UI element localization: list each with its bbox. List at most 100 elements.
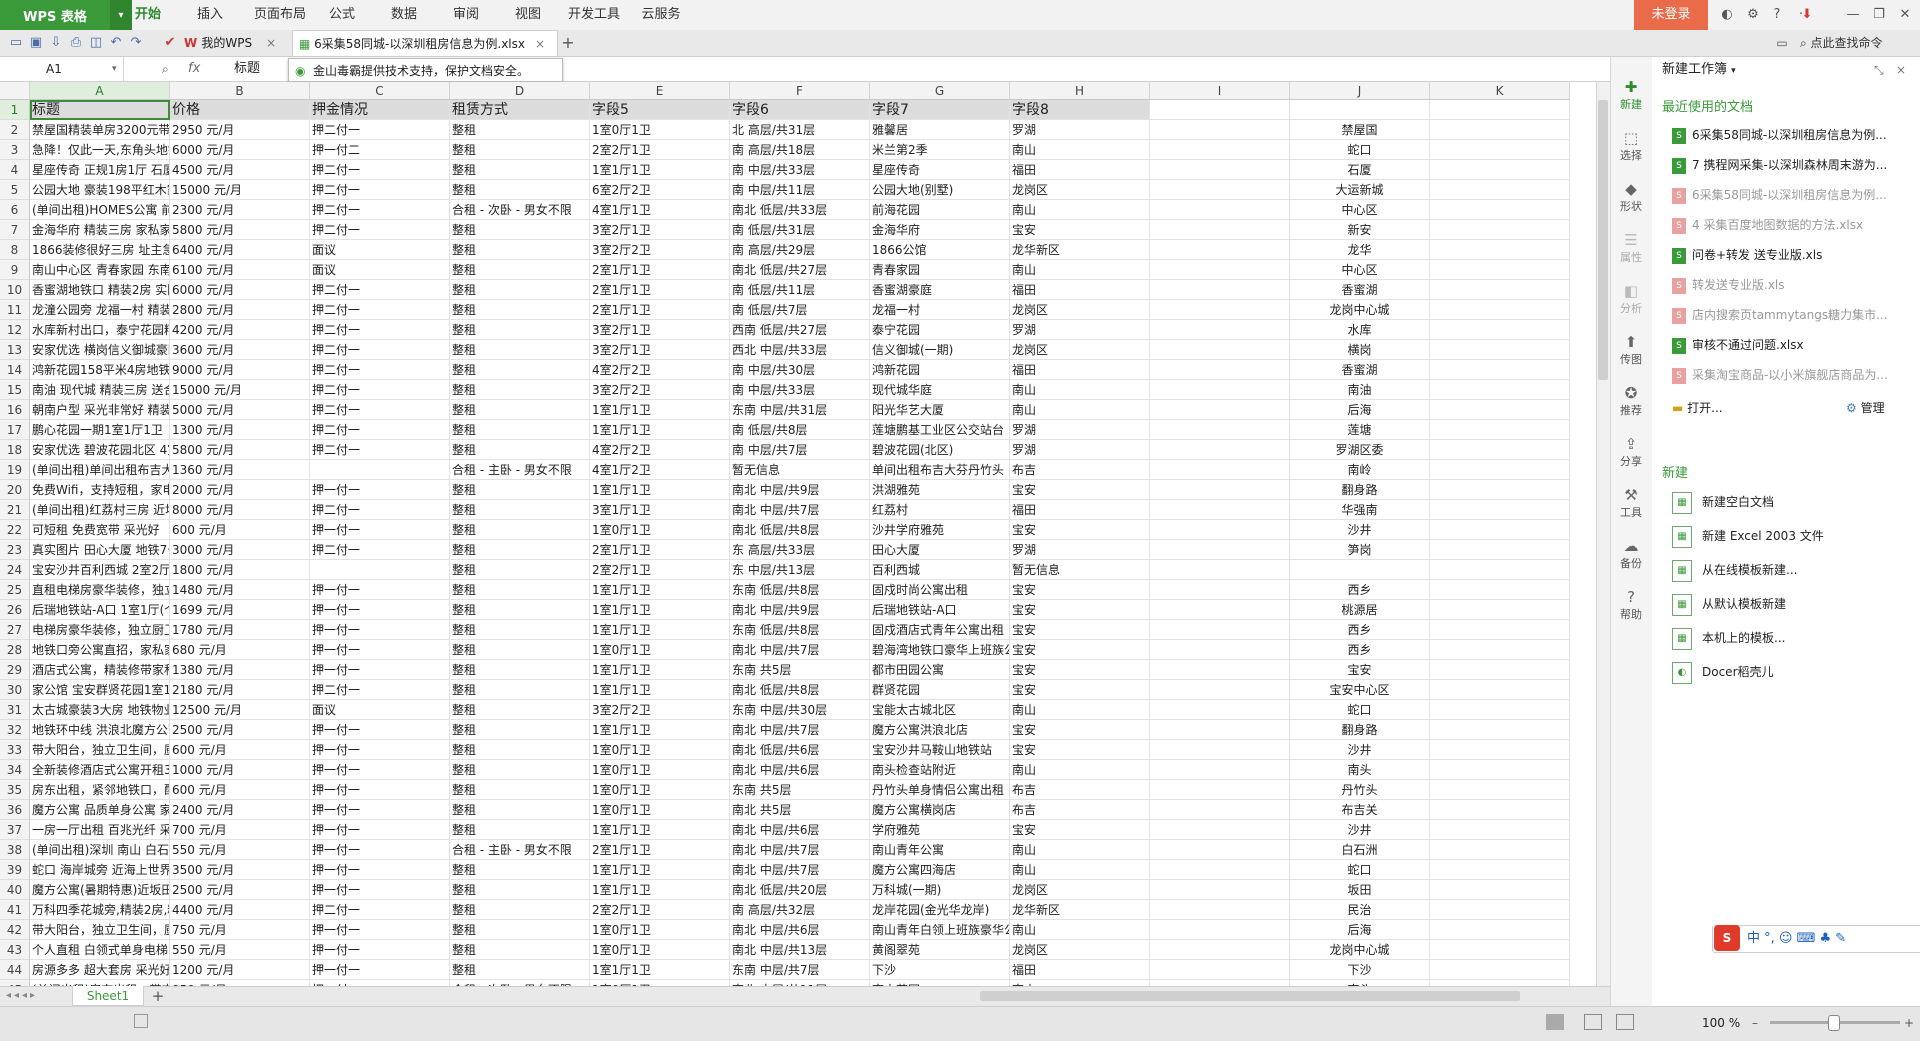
cell-I12[interactable]	[1150, 320, 1290, 340]
recent-file-item[interactable]: S 7 携程网采集-以深圳森林周末游为...	[1672, 152, 1912, 178]
cell-I27[interactable]	[1150, 620, 1290, 640]
cell-B10[interactable]: 6000 元/月	[170, 280, 310, 300]
cell-D28[interactable]: 整租	[450, 640, 590, 660]
cell-B17[interactable]: 1300 元/月	[170, 420, 310, 440]
cell-A34[interactable]: 全新装修酒店式公寓开租3	[30, 760, 170, 780]
menu-page-layout[interactable]: 页面布局	[245, 0, 315, 30]
row-header[interactable]: 11	[0, 300, 30, 320]
cell-J17[interactable]: 莲塘	[1290, 420, 1430, 440]
sheet-tab-sheet1[interactable]: Sheet1	[72, 986, 144, 1006]
cell-A14[interactable]: 鸿新花园158平米4房地铁口	[30, 360, 170, 380]
row-header[interactable]: 15	[0, 380, 30, 400]
cell-J27[interactable]: 西乡	[1290, 620, 1430, 640]
row-header[interactable]: 3	[0, 140, 30, 160]
cell-F14[interactable]: 南 中层/共30层	[730, 360, 870, 380]
recent-file-item[interactable]: S 问卷+转发 送专业版.xls	[1672, 242, 1912, 268]
menu-view[interactable]: 视图	[508, 0, 548, 30]
zoom-out-icon[interactable]: –	[1752, 1008, 1766, 1038]
cell-D4[interactable]: 整租	[450, 160, 590, 180]
cell-K39[interactable]	[1430, 860, 1570, 880]
cell-H14[interactable]: 福田	[1010, 360, 1150, 380]
side-shape-button[interactable]: ◆ 形状	[1610, 180, 1652, 214]
cell-K35[interactable]	[1430, 780, 1570, 800]
cell-G15[interactable]: 现代城华庭	[870, 380, 1010, 400]
cell-A40[interactable]: 魔方公寓(暑期特惠)近坂田	[30, 880, 170, 900]
menu-cloud[interactable]: 云服务	[636, 0, 686, 30]
row-header[interactable]: 18	[0, 440, 30, 460]
cell-A23[interactable]: 真实图片 田心大厦 地铁7号	[30, 540, 170, 560]
cell-J3[interactable]: 蛇口	[1290, 140, 1430, 160]
cell-K38[interactable]	[1430, 840, 1570, 860]
cell-C27[interactable]: 押一付一	[310, 620, 450, 640]
cell-D13[interactable]: 整租	[450, 340, 590, 360]
cell-K9[interactable]	[1430, 260, 1570, 280]
cell-B44[interactable]: 1200 元/月	[170, 960, 310, 980]
cell-G16[interactable]: 阳光华艺大厦	[870, 400, 1010, 420]
cell-F32[interactable]: 南北 中层/共7层	[730, 720, 870, 740]
cell-C40[interactable]: 押一付一	[310, 880, 450, 900]
cell-A28[interactable]: 地铁口旁公寓直招，家私家	[30, 640, 170, 660]
cell-A26[interactable]: 后瑞地铁站-A口 1室1厅(个人	[30, 600, 170, 620]
cell-E9[interactable]: 2室1厅1卫	[590, 260, 730, 280]
cell-I29[interactable]	[1150, 660, 1290, 680]
column-header-K[interactable]: K	[1430, 82, 1570, 100]
cell-J35[interactable]: 丹竹头	[1290, 780, 1430, 800]
cell-J29[interactable]: 宝安	[1290, 660, 1430, 680]
cell-K8[interactable]	[1430, 240, 1570, 260]
cell-E33[interactable]: 1室0厅1卫	[590, 740, 730, 760]
menu-formula[interactable]: 公式	[322, 0, 362, 30]
cell-F18[interactable]: 南 中层/共7层	[730, 440, 870, 460]
cell-I5[interactable]	[1150, 180, 1290, 200]
cell-E40[interactable]: 1室1厅1卫	[590, 880, 730, 900]
cell-H19[interactable]: 布吉	[1010, 460, 1150, 480]
cell-F28[interactable]: 南北 中层/共7层	[730, 640, 870, 660]
cell-C26[interactable]: 押一付一	[310, 600, 450, 620]
cell-H3[interactable]: 南山	[1010, 140, 1150, 160]
cell-F15[interactable]: 南 中层/共33层	[730, 380, 870, 400]
cell-E14[interactable]: 4室2厅2卫	[590, 360, 730, 380]
cell-C28[interactable]: 押一付一	[310, 640, 450, 660]
cell-I4[interactable]	[1150, 160, 1290, 180]
cell-K12[interactable]	[1430, 320, 1570, 340]
cell-D19[interactable]: 合租 - 主卧 - 男女不限	[450, 460, 590, 480]
row-header[interactable]: 19	[0, 460, 30, 480]
export-icon[interactable]: ⇩	[46, 33, 66, 53]
cell-I15[interactable]	[1150, 380, 1290, 400]
cell-K3[interactable]	[1430, 140, 1570, 160]
ime-toolbar[interactable]: 中 °, ☺ ⌨ ♣ ✎	[1712, 925, 1920, 953]
cell-J43[interactable]: 龙岗中心城	[1290, 940, 1430, 960]
save-icon[interactable]: ▣	[26, 33, 46, 53]
row-header[interactable]: 22	[0, 520, 30, 540]
cell-E18[interactable]: 4室2厅2卫	[590, 440, 730, 460]
skin-icon[interactable]: ◐	[1714, 0, 1740, 30]
download-icon[interactable]: ⬇	[1794, 0, 1820, 30]
cell-G44[interactable]: 下沙	[870, 960, 1010, 980]
cell-E21[interactable]: 3室1厅1卫	[590, 500, 730, 520]
cell-E5[interactable]: 6室2厅2卫	[590, 180, 730, 200]
zoom-level[interactable]: 100 %	[1702, 1006, 1742, 1040]
cell-C35[interactable]: 押一付一	[310, 780, 450, 800]
cell-G25[interactable]: 固戍时尚公寓出租	[870, 580, 1010, 600]
row-header[interactable]: 16	[0, 400, 30, 420]
cell-A19[interactable]: (单间出租)单间出租布吉大芬	[30, 460, 170, 480]
cell-A24[interactable]: 宝安沙井百利西城 2室2厅	[30, 560, 170, 580]
cell-K2[interactable]	[1430, 120, 1570, 140]
cell-C37[interactable]: 押一付一	[310, 820, 450, 840]
horizontal-scroll-thumb[interactable]	[980, 991, 1520, 1001]
cell-D31[interactable]: 整租	[450, 700, 590, 720]
cell-F23[interactable]: 东 高层/共33层	[730, 540, 870, 560]
cell-D44[interactable]: 整租	[450, 960, 590, 980]
cell-A8[interactable]: 1866装修很好三房 址主急租	[30, 240, 170, 260]
cell-C19[interactable]	[310, 460, 450, 480]
cell-H5[interactable]: 龙岗区	[1010, 180, 1150, 200]
cell-E2[interactable]: 1室0厅1卫	[590, 120, 730, 140]
cell-K1[interactable]	[1430, 100, 1570, 120]
cell-F1[interactable]: 字段6	[730, 100, 870, 120]
cell-I35[interactable]	[1150, 780, 1290, 800]
cell-K34[interactable]	[1430, 760, 1570, 780]
macro-record-icon[interactable]	[134, 1014, 148, 1028]
column-header-B[interactable]: B	[170, 82, 310, 100]
cell-K22[interactable]	[1430, 520, 1570, 540]
recent-file-item[interactable]: S 4 采集百度地图数据的方法.xlsx	[1672, 212, 1912, 238]
column-header-E[interactable]: E	[590, 82, 730, 100]
